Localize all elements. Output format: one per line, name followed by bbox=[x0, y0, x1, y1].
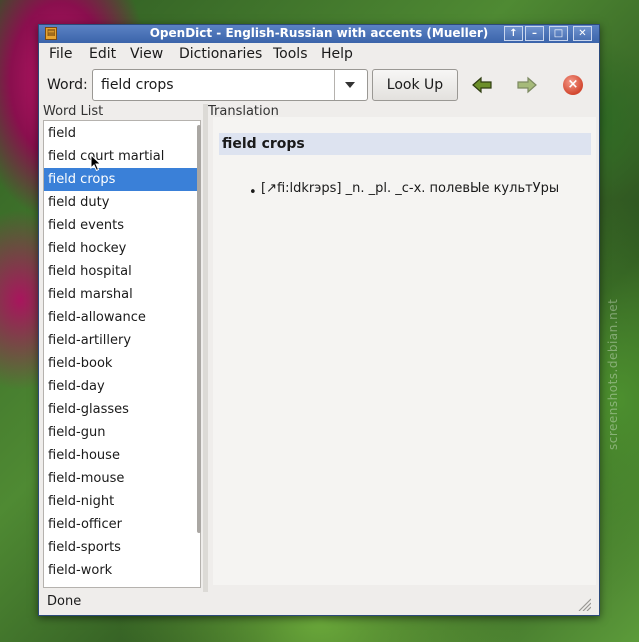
word-list-item[interactable]: field hospital bbox=[44, 260, 200, 283]
close-window-button[interactable]: ✕ bbox=[573, 26, 592, 41]
word-list-item[interactable]: field crops bbox=[44, 168, 200, 191]
minimize-button[interactable]: – bbox=[525, 26, 544, 41]
word-list-item[interactable]: field-night bbox=[44, 490, 200, 513]
word-list-scrollbar[interactable] bbox=[197, 125, 201, 533]
shade-window-button[interactable]: ↑ bbox=[504, 26, 523, 41]
word-list-item[interactable]: field bbox=[44, 122, 200, 145]
menu-tools[interactable]: Tools bbox=[273, 46, 308, 62]
back-arrow-icon[interactable] bbox=[471, 75, 493, 95]
mouse-pointer-icon bbox=[90, 154, 102, 172]
word-list-item[interactable]: field-mouse bbox=[44, 467, 200, 490]
menu-dictionaries[interactable]: Dictionaries bbox=[179, 46, 262, 62]
word-list-item[interactable]: field-artillery bbox=[44, 329, 200, 352]
menu-help[interactable]: Help bbox=[321, 46, 353, 62]
word-list-item[interactable]: field hockey bbox=[44, 237, 200, 260]
chevron-down-icon[interactable] bbox=[345, 82, 355, 88]
word-list-item[interactable]: field-day bbox=[44, 375, 200, 398]
word-list-item[interactable]: field-house bbox=[44, 444, 200, 467]
word-list-item[interactable]: field-book bbox=[44, 352, 200, 375]
opendict-window: ▤ OpenDict - English-Russian with accent… bbox=[38, 24, 600, 616]
word-list-item[interactable]: field-work bbox=[44, 559, 200, 582]
word-list-item[interactable]: field-gun bbox=[44, 421, 200, 444]
word-list-item[interactable]: field-allowance bbox=[44, 306, 200, 329]
stop-icon[interactable]: × bbox=[563, 75, 583, 95]
watermark: screenshots.debian.net bbox=[606, 298, 620, 450]
menu-bar: File Edit View Dictionaries Tools Help bbox=[39, 43, 599, 66]
pane-splitter[interactable] bbox=[203, 104, 208, 592]
word-list-item[interactable]: field-officer bbox=[44, 513, 200, 536]
menu-file[interactable]: File bbox=[49, 46, 72, 62]
word-input[interactable] bbox=[94, 71, 339, 99]
forward-arrow-icon[interactable] bbox=[516, 75, 538, 95]
maximize-button[interactable]: □ bbox=[549, 26, 568, 41]
word-list-item[interactable]: field-sports bbox=[44, 536, 200, 559]
bullet: • bbox=[249, 185, 257, 200]
menu-view[interactable]: View bbox=[130, 46, 163, 62]
combobox-separator bbox=[334, 70, 335, 100]
word-list-item[interactable]: field marshal bbox=[44, 283, 200, 306]
word-list-item[interactable]: field events bbox=[44, 214, 200, 237]
word-list-label: Word List bbox=[43, 104, 104, 119]
word-label: Word: bbox=[47, 77, 88, 93]
title-bar[interactable]: ▤ OpenDict - English-Russian with accent… bbox=[39, 25, 599, 43]
word-list[interactable]: field field court martial field crops field… bbox=[43, 120, 201, 588]
resize-grip-icon[interactable] bbox=[575, 597, 591, 611]
word-combobox bbox=[92, 69, 368, 101]
translation-text: [↗fi:ldkrэps] _n. _pl. _c-x. полевЫе кул… bbox=[261, 181, 560, 196]
menu-edit[interactable]: Edit bbox=[89, 46, 116, 62]
translation-pane: field crops • [↗fi:ldkrэps] _n. _pl. _c-… bbox=[213, 117, 596, 585]
translation-headword: field crops bbox=[219, 133, 591, 155]
look-up-button[interactable]: Look Up bbox=[372, 69, 458, 101]
word-list-item[interactable]: field duty bbox=[44, 191, 200, 214]
word-list-item[interactable]: field court martial bbox=[44, 145, 200, 168]
word-list-item[interactable]: fielder bbox=[44, 582, 200, 587]
status-text: Done bbox=[47, 594, 82, 609]
word-list-item[interactable]: field-glasses bbox=[44, 398, 200, 421]
